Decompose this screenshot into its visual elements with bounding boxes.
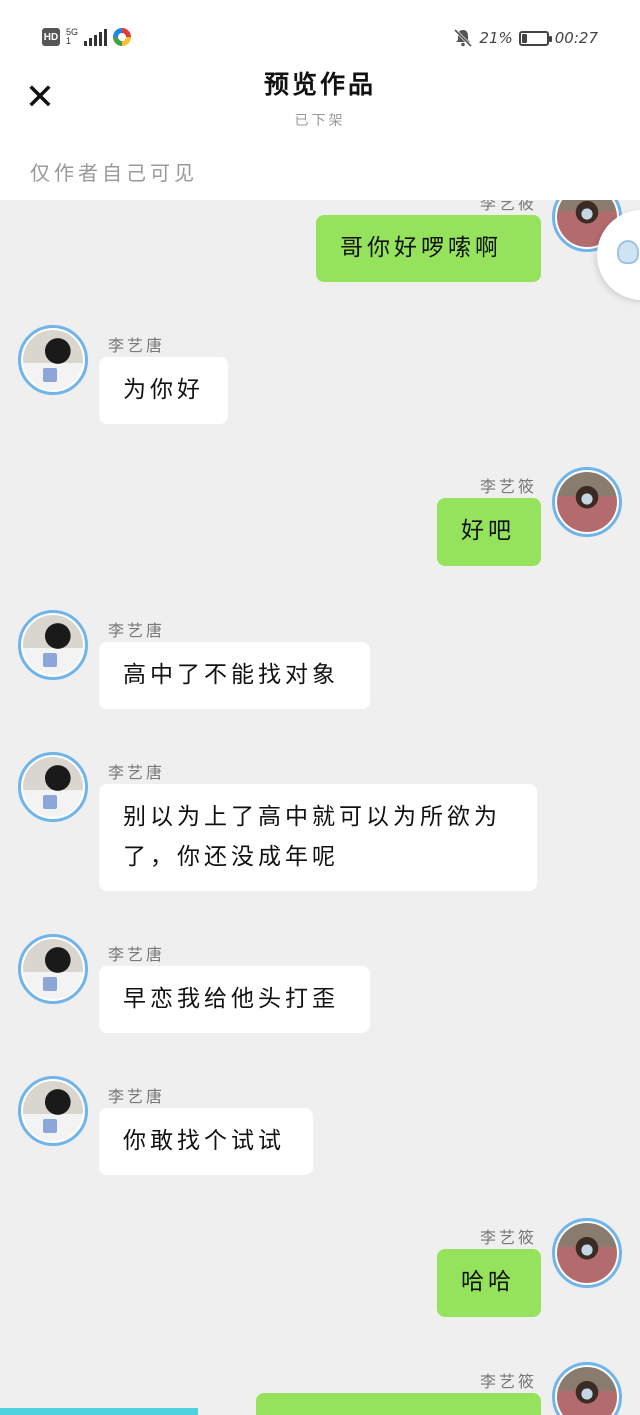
message-bubble[interactable]: 为你好 xyxy=(99,357,228,424)
bottom-indicator-strip xyxy=(0,1408,198,1415)
page-title: 预览作品 xyxy=(263,70,376,99)
sender-name: 李艺唐 xyxy=(108,945,166,964)
message-bubble[interactable] xyxy=(256,1393,541,1415)
visibility-note: 仅作者自己可见 xyxy=(30,161,198,185)
bell-off-icon xyxy=(454,28,473,48)
message-bubble[interactable]: 好吧 xyxy=(437,498,541,566)
network-sub: 1 xyxy=(66,36,72,46)
hd-icon: HD xyxy=(42,28,60,46)
signal-icon xyxy=(84,28,108,46)
chat-area[interactable]: 李艺筱 哥你好啰嗦啊 李艺唐 为你好 李艺筱 好吧 李艺唐 高中了不能找对象 李… xyxy=(0,200,640,1415)
sender-name: 李艺唐 xyxy=(108,763,166,782)
avatar[interactable] xyxy=(552,467,622,537)
network-indicator: 5G 1 xyxy=(66,28,78,46)
message-bubble[interactable]: 哥你好啰嗦啊 xyxy=(316,215,541,282)
avatar[interactable] xyxy=(552,1362,622,1415)
sender-name: 李艺唐 xyxy=(108,336,166,355)
status-right: 21% 00:27 xyxy=(453,28,598,48)
message-bubble[interactable]: 你敢找个试试 xyxy=(99,1108,313,1175)
message-bubble[interactable]: 早恋我给他头打歪 xyxy=(99,966,370,1033)
sender-name: 李艺筱 xyxy=(480,1228,538,1247)
qq-chat-icon xyxy=(617,240,639,264)
avatar[interactable] xyxy=(18,325,88,395)
message-bubble[interactable]: 别以为上了高中就可以为所欲为了，你还没成年呢 xyxy=(99,784,537,891)
avatar[interactable] xyxy=(18,934,88,1004)
avatar[interactable] xyxy=(552,1218,622,1288)
message-bubble[interactable]: 哈哈 xyxy=(437,1249,541,1317)
sender-name: 李艺筱 xyxy=(480,200,538,213)
sender-name: 李艺唐 xyxy=(108,621,166,640)
page-subtitle: 已下架 xyxy=(294,113,346,129)
app-notification-icon xyxy=(113,28,132,46)
battery-percent: 21% xyxy=(479,29,513,47)
clock: 00:27 xyxy=(554,29,598,47)
avatar[interactable] xyxy=(18,610,88,680)
avatar[interactable] xyxy=(18,1076,88,1146)
message-bubble[interactable]: 高中了不能找对象 xyxy=(99,642,370,709)
avatar[interactable] xyxy=(18,752,88,822)
status-left: HD 5G 1 xyxy=(42,28,132,46)
status-bar: HD 5G 1 21% 00:27 xyxy=(0,0,640,70)
sender-name: 李艺筱 xyxy=(480,1372,538,1391)
battery-icon xyxy=(518,30,552,46)
sender-name: 李艺筱 xyxy=(480,477,538,496)
header: ✕ 预览作品 已下架 仅作者自己可见 xyxy=(0,70,640,200)
sender-name: 李艺唐 xyxy=(108,1087,166,1106)
battery-fill xyxy=(521,33,527,43)
